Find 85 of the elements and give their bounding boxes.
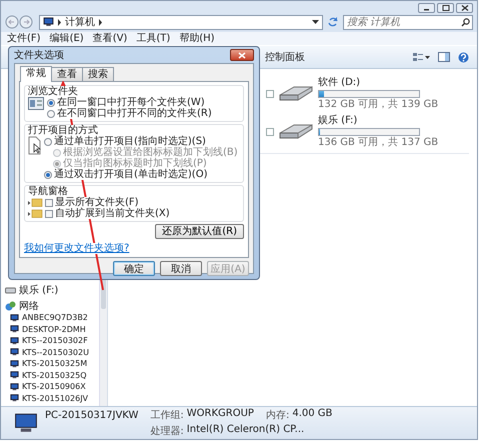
- computer-icon: [10, 348, 19, 356]
- checkbox[interactable]: [45, 198, 53, 206]
- close-button[interactable]: [230, 49, 254, 61]
- computer-icon: [10, 371, 19, 380]
- computer-icon: [10, 325, 19, 334]
- search-icon[interactable]: [461, 18, 470, 26]
- field-label: 处理器:: [150, 424, 184, 438]
- dialog-button[interactable]: 确定: [113, 261, 155, 276]
- tab[interactable]: 常规: [20, 66, 52, 82]
- option-label[interactable]: 自动扩展到当前文件夹(X): [55, 208, 170, 219]
- menu-item[interactable]: 查看(V): [92, 32, 128, 44]
- field-value: 4.00 GB: [292, 408, 332, 421]
- radio-button[interactable]: [47, 110, 55, 118]
- nav-item[interactable]: 娱乐 (F:): [19, 283, 58, 297]
- computer-icon: [10, 360, 19, 368]
- nav-item[interactable]: 网络: [19, 298, 39, 312]
- preview-pane-icon[interactable]: [438, 52, 450, 62]
- document-cursor-icon: [28, 136, 41, 155]
- network-icon: [5, 300, 16, 310]
- nav-item[interactable]: KTS-20150906X: [22, 382, 86, 392]
- field-value: WORKGROUP: [186, 408, 254, 421]
- dialog-button[interactable]: 取消: [160, 261, 202, 276]
- nav-item[interactable]: KTS-20150325Q: [22, 370, 86, 380]
- menu-item[interactable]: 帮助(H): [179, 32, 215, 44]
- close-icon: [238, 52, 246, 58]
- group-title: 导航窗格: [28, 186, 68, 197]
- close-button[interactable]: [456, 3, 473, 13]
- option-label[interactable]: 通过单击打开项目(指向时选定)(S): [54, 136, 206, 147]
- computer-icon: [43, 17, 54, 27]
- computer-icon: [10, 336, 19, 345]
- group-title: 浏览文件夹: [28, 86, 78, 97]
- field-label: 工作组:: [150, 409, 184, 422]
- drive-name[interactable]: 娱乐 (F:): [318, 115, 438, 127]
- refresh-icon[interactable]: [327, 16, 339, 28]
- maximize-button[interactable]: [437, 3, 454, 13]
- search-field[interactable]: 搜索 计算机: [343, 14, 473, 30]
- help-icon[interactable]: [458, 52, 469, 62]
- nav-item[interactable]: DESKTOP-2DMH: [22, 324, 86, 334]
- nav-item[interactable]: KTS-20151026JV: [22, 394, 88, 403]
- dialog-title: 文件夹选项: [14, 48, 64, 62]
- window-icon: [28, 97, 44, 110]
- restore-defaults-button[interactable]: 还原为默认值(R): [155, 224, 244, 239]
- drive-space: 136 GB 可用，共 137 GB: [318, 137, 438, 149]
- chevron-icon: [57, 18, 62, 26]
- radio-button[interactable]: [44, 138, 52, 146]
- option-label[interactable]: 显示所有文件夹(F): [55, 197, 139, 208]
- folder-icon: [28, 209, 43, 218]
- address-bar[interactable]: 计算机: [39, 14, 323, 30]
- address-path[interactable]: 计算机: [65, 15, 95, 29]
- option-label[interactable]: 通过双击打开项目(单击时选定)(O): [54, 169, 208, 180]
- drive-checkbox[interactable]: [266, 128, 274, 136]
- drive-icon: [5, 286, 16, 294]
- computer-name: PC-20150317JVKW: [45, 410, 138, 421]
- nav-item[interactable]: KTS--20150302U: [22, 348, 89, 357]
- menu-item[interactable]: 工具(T): [136, 32, 170, 44]
- field-value: Intel(R) Celeron(R) CP...: [186, 424, 304, 437]
- caret-icon[interactable]: [312, 20, 319, 24]
- computer-icon: [10, 382, 19, 391]
- option-label[interactable]: 在同一窗口中打开每个文件夹(W): [57, 97, 205, 108]
- drive-space: 132 GB 可用，共 139 GB: [318, 99, 438, 111]
- toolbar-button[interactable]: 控制面板: [265, 50, 305, 64]
- tab[interactable]: 搜索: [82, 67, 114, 81]
- checkbox[interactable]: [45, 210, 53, 218]
- menu-item[interactable]: 文件(F): [7, 32, 41, 44]
- computer-icon: [13, 412, 39, 434]
- computer-icon: [10, 394, 19, 402]
- drive-name[interactable]: 软件 (D:): [318, 77, 438, 89]
- maximize-icon: [440, 4, 452, 12]
- folder-icon: [28, 198, 43, 207]
- drive-checkbox[interactable]: [266, 90, 274, 98]
- computer-icon: [10, 314, 19, 322]
- scrollbar-thumb[interactable]: [101, 279, 106, 309]
- tab[interactable]: 查看: [51, 67, 83, 81]
- option-label[interactable]: 在不同窗口中打开不同的文件夹(R): [57, 108, 212, 119]
- nav-item[interactable]: KTS-20150325M: [22, 359, 88, 368]
- chevron-icon: [98, 18, 103, 26]
- nav-item[interactable]: ANBEC9Q7D3B2: [22, 313, 88, 322]
- radio-button[interactable]: [47, 98, 55, 106]
- menu-item[interactable]: 编辑(E): [50, 32, 84, 44]
- nav-item[interactable]: KTS--20150302F: [22, 336, 88, 346]
- radio-button[interactable]: [44, 170, 52, 178]
- view-options-icon[interactable]: [412, 52, 430, 62]
- help-link[interactable]: 我如何更改文件夹选项?: [24, 243, 130, 254]
- field-label: 内存:: [266, 408, 290, 422]
- minimize-button[interactable]: [418, 3, 435, 13]
